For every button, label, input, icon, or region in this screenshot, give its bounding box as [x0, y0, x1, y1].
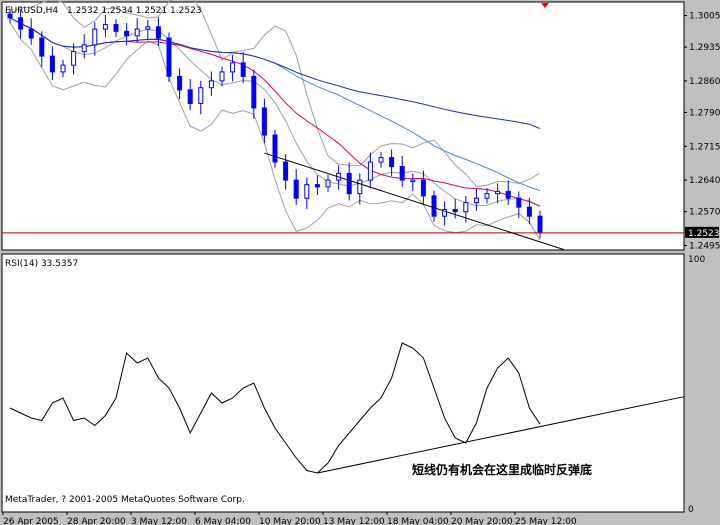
rsi-tick-label: 0 [688, 505, 694, 515]
candle-body [81, 44, 87, 53]
ohlc-label: 1.2532 1.2534 1.2521 1.2523 [67, 6, 202, 16]
time-tick-label: 25 May 12:00 [515, 517, 577, 525]
current-price-label: 1.2523 [688, 229, 720, 239]
rsi-label: RSI(14) 33.5357 [5, 259, 78, 269]
candle-body [314, 184, 320, 188]
candle-body [198, 87, 204, 104]
price-tick-label: 1.2790 [689, 108, 720, 118]
candle-body [389, 157, 395, 168]
candle-body [399, 166, 405, 181]
candle-body [378, 157, 384, 163]
time-tick-label: 10 May 20:00 [259, 517, 321, 525]
time-tick-label: 18 May 04:00 [387, 517, 449, 525]
candle-body [516, 197, 522, 208]
candle-body [39, 37, 45, 57]
candle-body [134, 28, 140, 37]
candle-body [102, 24, 108, 30]
time-tick-label: 26 Apr 2005 [3, 517, 59, 525]
candle-body [304, 184, 310, 199]
candle-body [145, 26, 151, 30]
candle-body [410, 179, 416, 183]
time-tick-label: 28 Apr 20:00 [67, 517, 126, 525]
candle-body [346, 172, 352, 195]
candle-body [473, 197, 479, 204]
candle-body [208, 80, 214, 89]
candle-body [420, 179, 426, 197]
price-tick-label: 1.3005 [689, 12, 720, 22]
candle-body [18, 17, 24, 30]
candle-body [272, 134, 278, 163]
chart-window: 1.3005 1.2935 1.2860 1.2790 1.2715 1.2640 1.25… [0, 0, 720, 525]
copyright-text: MetaTrader, ? 2001-2005 MetaQuotes Softw… [5, 495, 245, 505]
price-tick-label: 1.2715 [689, 142, 720, 152]
price-tick-label: 1.2570 [689, 208, 720, 218]
candle-body [240, 62, 246, 77]
candle-body [261, 107, 267, 136]
candle-body [537, 215, 543, 234]
candle-body [357, 179, 363, 195]
candle-body [124, 30, 130, 37]
time-tick-label: 13 May 12:00 [323, 517, 385, 525]
price-tick-label: 1.2860 [689, 77, 720, 87]
candle-body [230, 62, 236, 73]
time-tick-label: 6 May 04:00 [195, 517, 251, 525]
candle-body [155, 26, 161, 39]
candle-body [526, 206, 532, 217]
candle-body [251, 75, 257, 109]
price-tick-label: 1.2935 [689, 43, 720, 53]
candle-body [325, 179, 331, 188]
time-tick-label: 3 May 12:00 [131, 517, 187, 525]
candle-body [367, 161, 373, 181]
price-tick-label: 1.2495 [689, 241, 720, 251]
candle-body [505, 190, 511, 199]
candle-body [219, 71, 225, 82]
candle-body [60, 64, 66, 73]
candle-body [28, 28, 34, 39]
price-chart-area[interactable] [1, 1, 685, 251]
candle-body [452, 208, 458, 213]
annotation-text: 短线仍有机会在这里成临时反弹底 [412, 462, 592, 477]
candle-body [187, 89, 193, 104]
candle-body [92, 28, 98, 46]
candle-body [113, 24, 119, 32]
candle-body [463, 202, 469, 213]
symbol-label: EURUSD,H4 [5, 6, 58, 16]
candle-body [71, 51, 77, 66]
candle-body [484, 193, 490, 199]
candle-body [177, 75, 183, 91]
rsi-tick-label: 100 [688, 255, 705, 265]
candle-body [293, 179, 299, 199]
price-tick-label: 1.2640 [689, 176, 720, 186]
candle-body [166, 37, 172, 77]
time-tick-label: 20 May 20:00 [451, 517, 513, 525]
candle-body [431, 195, 437, 217]
candle-body [283, 161, 289, 181]
candle-body [495, 190, 501, 195]
candle-body [49, 55, 55, 73]
